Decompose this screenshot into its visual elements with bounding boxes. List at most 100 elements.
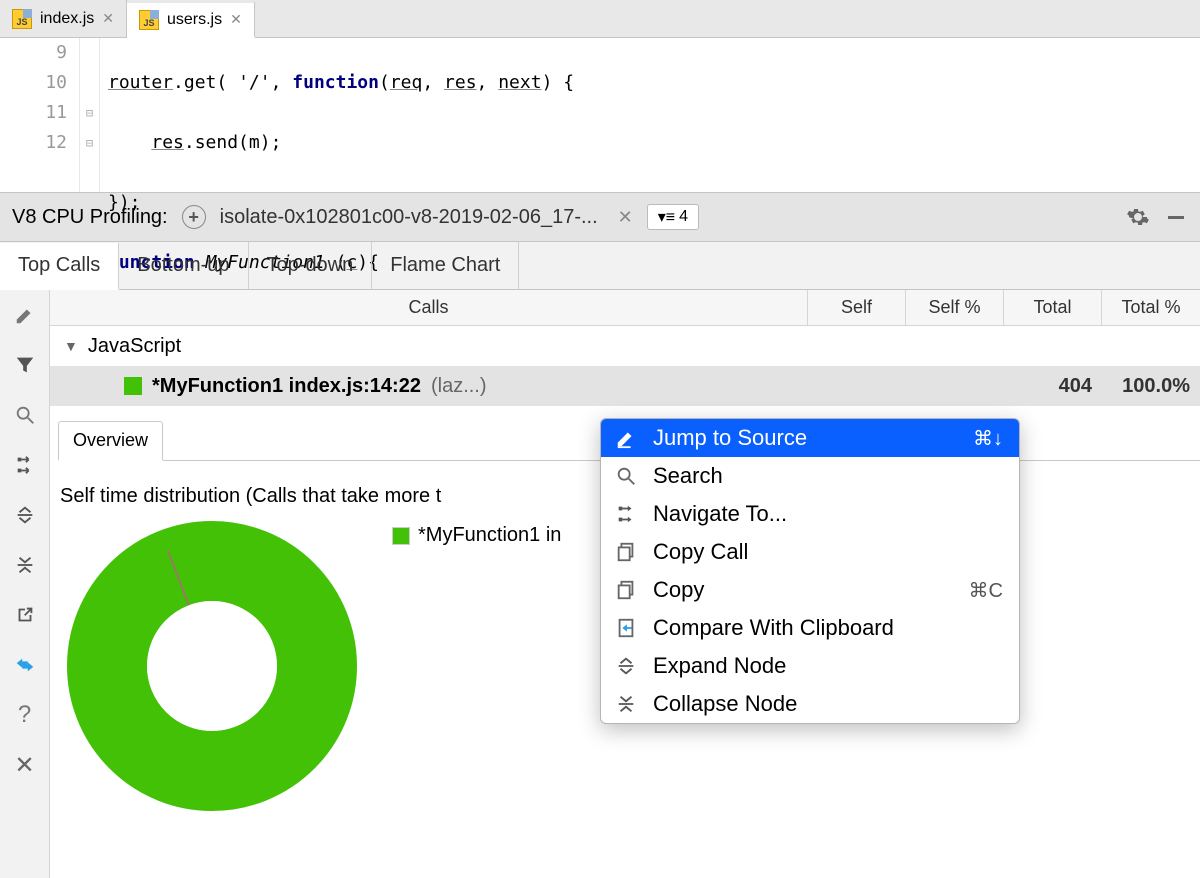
menu-label: Copy: [653, 577, 955, 603]
edit-icon: [613, 427, 639, 449]
menu-label: Copy Call: [653, 539, 1003, 565]
compare-icon[interactable]: [12, 652, 38, 678]
line-number: 10: [0, 68, 67, 98]
code-token: ,: [477, 72, 499, 93]
navigate-icon: [613, 503, 639, 525]
code-token: ,: [271, 72, 293, 93]
tree-child-label: *MyFunction1 index.js:14:22: [152, 375, 421, 398]
edit-icon[interactable]: [12, 302, 38, 328]
calls-tree: ▼ JavaScript *MyFunction1 index.js:14:22…: [50, 326, 1200, 406]
table-header: Calls Self Self % Total Total %: [50, 290, 1200, 326]
export-icon[interactable]: [12, 602, 38, 628]
compare-icon: [613, 617, 639, 639]
donut-chart: [62, 516, 362, 816]
dropdown-value: 4: [679, 208, 688, 226]
navigate-icon[interactable]: [12, 452, 38, 478]
tree-row-values: 404 100.0%: [808, 375, 1200, 398]
tree-child-row[interactable]: *MyFunction1 index.js:14:22 (laz...) 404…: [50, 366, 1200, 406]
tree-root-row[interactable]: ▼ JavaScript: [50, 326, 1200, 366]
tab-top-calls[interactable]: Top Calls: [0, 243, 119, 290]
context-menu: Jump to Source ⌘↓ Search Navigate To... …: [600, 418, 1020, 724]
gear-icon[interactable]: [1126, 205, 1150, 229]
copy-icon: [613, 579, 639, 601]
code-token: next: [498, 72, 541, 93]
code-token: router: [108, 72, 173, 93]
menu-shortcut: ⌘C: [969, 578, 1003, 603]
tree-root-label: JavaScript: [88, 335, 181, 358]
chevron-down-icon[interactable]: ▼: [64, 338, 78, 354]
search-icon: [613, 465, 639, 487]
pin-icon[interactable]: +: [182, 205, 206, 229]
menu-copy[interactable]: Copy ⌘C: [601, 571, 1019, 609]
column-self[interactable]: Self: [808, 290, 906, 325]
expand-icon: [613, 655, 639, 677]
overview-tab[interactable]: Overview: [58, 421, 163, 461]
line-number-gutter: 9 10 11 12: [0, 38, 80, 192]
column-total-percent[interactable]: Total %: [1102, 290, 1200, 325]
legend-color-icon: [392, 527, 410, 545]
fold-gutter[interactable]: ⊟⊟: [80, 38, 100, 192]
close-icon[interactable]: ✕: [230, 11, 242, 28]
hamburger-icon: ▾≡: [658, 207, 675, 227]
js-file-icon: JS: [12, 9, 32, 29]
code-token: req: [390, 72, 423, 93]
copy-icon: [613, 541, 639, 563]
cell-self: [808, 375, 906, 398]
menu-label: Search: [653, 463, 1003, 489]
session-name[interactable]: isolate-0x102801c00-v8-2019-02-06_17-...: [220, 206, 598, 229]
menu-search[interactable]: Search: [601, 457, 1019, 495]
line-number: 9: [0, 38, 67, 68]
code-token: (: [379, 72, 390, 93]
menu-shortcut: ⌘↓: [973, 426, 1003, 451]
cell-total: 404: [1004, 375, 1102, 398]
menu-compare-clipboard[interactable]: Compare With Clipboard: [601, 609, 1019, 647]
file-tab-users[interactable]: JS users.js ✕: [127, 1, 255, 38]
menu-label: Expand Node: [653, 653, 1003, 679]
menu-expand-node[interactable]: Expand Node: [601, 647, 1019, 685]
help-icon[interactable]: ?: [12, 702, 38, 728]
menu-label: Compare With Clipboard: [653, 615, 1003, 641]
menu-navigate-to[interactable]: Navigate To...: [601, 495, 1019, 533]
code-token: [108, 132, 151, 153]
column-total[interactable]: Total: [1004, 290, 1102, 325]
close-icon[interactable]: ✕: [618, 207, 633, 228]
filter-icon[interactable]: [12, 352, 38, 378]
tree-child-tail: (laz...): [431, 375, 487, 398]
code-editor[interactable]: 9 10 11 12 ⊟⊟ router.get( '/', function(…: [0, 38, 1200, 192]
cell-total-percent: 100.0%: [1102, 375, 1200, 398]
file-tab-index[interactable]: JS index.js ✕: [0, 0, 127, 37]
code-token: res: [444, 72, 477, 93]
menu-copy-call[interactable]: Copy Call: [601, 533, 1019, 571]
cell-self-percent: [906, 375, 1004, 398]
hide-icon[interactable]: [1164, 205, 1188, 229]
search-icon[interactable]: [12, 402, 38, 428]
menu-jump-to-source[interactable]: Jump to Source ⌘↓: [601, 419, 1019, 457]
close-icon[interactable]: ✕: [12, 752, 38, 778]
collapse-icon: [613, 693, 639, 715]
file-tab-label: users.js: [167, 11, 222, 29]
menu-label: Navigate To...: [653, 501, 1003, 527]
code-token: .get(: [173, 72, 238, 93]
menu-collapse-node[interactable]: Collapse Node: [601, 685, 1019, 723]
legend-item[interactable]: *MyFunction1 in: [392, 524, 561, 547]
js-file-icon: JS: [139, 10, 159, 30]
menu-label: Collapse Node: [653, 691, 1003, 717]
expand-all-icon[interactable]: [12, 502, 38, 528]
line-number: 12: [0, 128, 67, 158]
column-calls[interactable]: Calls: [50, 290, 808, 325]
code-area[interactable]: router.get( '/', function(req, res, next…: [100, 38, 574, 192]
thread-dropdown[interactable]: ▾≡ 4: [647, 204, 699, 230]
code-token: ,: [422, 72, 444, 93]
js-marker-icon: [124, 377, 142, 395]
legend-label: *MyFunction1 in: [418, 524, 561, 547]
profiler-tabs: Top Calls Bottom-up Top-down Flame Chart: [0, 242, 1200, 290]
profiler-toolbar: ? ✕: [0, 290, 50, 878]
column-self-percent[interactable]: Self %: [906, 290, 1004, 325]
collapse-all-icon[interactable]: [12, 552, 38, 578]
tab-top-down[interactable]: Top-down: [249, 242, 373, 289]
menu-label: Jump to Source: [653, 425, 959, 451]
tab-flame-chart[interactable]: Flame Chart: [372, 242, 519, 289]
code-token: ) {: [542, 72, 575, 93]
close-icon[interactable]: ✕: [102, 10, 114, 27]
tab-bottom-up[interactable]: Bottom-up: [119, 242, 248, 289]
